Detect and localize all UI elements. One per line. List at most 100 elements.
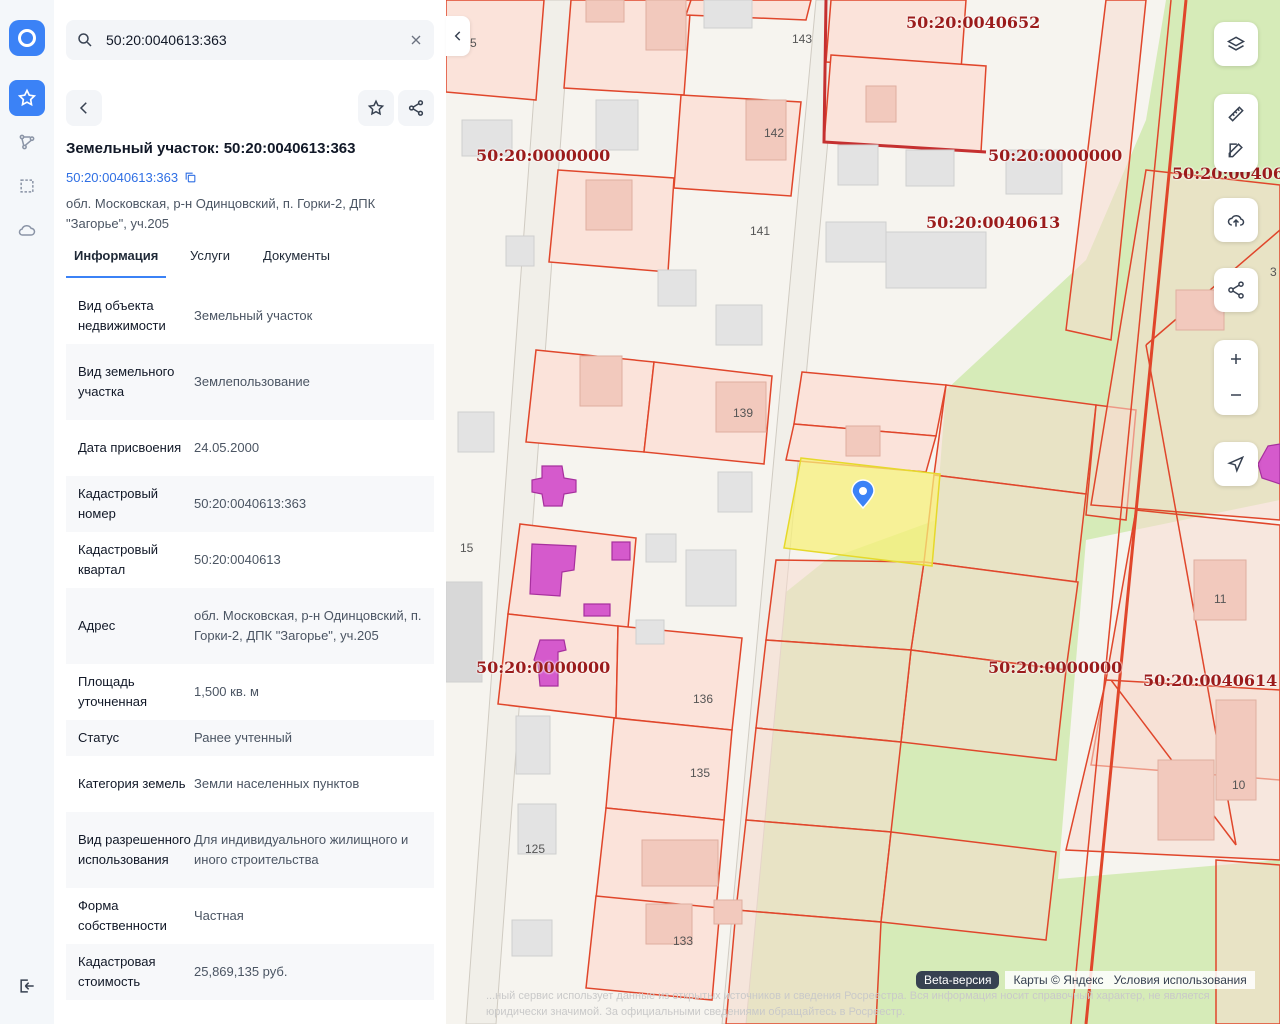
row-key: Вид объекта недвижимости — [78, 298, 166, 333]
upload-control[interactable] — [1214, 198, 1258, 242]
favorites-icon[interactable] — [9, 80, 45, 116]
zoom-controls — [1214, 340, 1258, 415]
info-table: Вид объекта недвижимости Земельный участо… — [66, 288, 434, 1000]
cloud-upload-icon[interactable] — [1226, 210, 1246, 230]
cadastral-number-link[interactable]: 50:20:0040613:363 — [66, 170, 178, 185]
row-key: Кадастровый номер — [78, 486, 159, 521]
draw-controls — [1214, 94, 1258, 172]
row-value: 50:20:0040613:363 — [194, 496, 307, 511]
row-value: 50:20:0040613 — [194, 552, 281, 567]
tab-documents[interactable]: Документы — [263, 246, 330, 276]
quarter-label: 50:20:0040613 — [926, 213, 1061, 232]
building-number: 125 — [525, 842, 546, 856]
row-value: обл. Московская, р-н Одинцовский, п. Гор… — [194, 608, 422, 643]
building-number: 11 — [1214, 592, 1227, 606]
back-button[interactable] — [66, 90, 102, 126]
info-panel: 50:20:0040613:363 Земельный участок: 50:… — [54, 0, 446, 1024]
share-map-control[interactable] — [1214, 268, 1258, 312]
search-icon — [78, 33, 92, 47]
tab-bar: Информация Услуги Документы — [66, 246, 434, 278]
geolocation-control[interactable] — [1214, 442, 1258, 486]
table-row: Кадастровый номер 50:20:0040613:363 — [66, 476, 434, 532]
building-number: 5 — [470, 36, 477, 50]
row-value: Частная — [194, 908, 244, 923]
table-row: Категория земель Земли населенных пунктов — [66, 756, 434, 812]
favorite-button[interactable] — [358, 90, 394, 126]
quarter-label: 50:20:0000000 — [476, 146, 611, 165]
route-icon[interactable] — [9, 124, 45, 160]
row-key: Вид разрешенного использования — [78, 832, 191, 867]
row-key: Вид земельного участка — [78, 364, 175, 399]
yandex-maps-link[interactable]: Карты © Яндекс — [1013, 973, 1103, 987]
building-number: 136 — [693, 692, 714, 706]
map-attribution: Beta-версия Карты © Яндекс Условия испол… — [916, 971, 1255, 989]
address-text: обл. Московская, р-н Одинцовский, п. Гор… — [66, 196, 376, 231]
row-value: 1,500 кв. м — [194, 684, 259, 699]
cadastral-link[interactable]: 50:20:0040613:363 — [66, 170, 197, 185]
quarter-label: 50:20:0000000 — [988, 658, 1123, 677]
search-input[interactable]: 50:20:0040613:363 — [106, 32, 227, 48]
share-icon[interactable] — [1226, 280, 1246, 300]
ruler-icon[interactable] — [1226, 104, 1246, 124]
table-row: Площадь уточненная 1,500 кв. м — [66, 664, 434, 720]
table-row: Вид объекта недвижимости Земельный участо… — [66, 288, 434, 344]
building-number: 3 — [1270, 265, 1277, 279]
star-icon — [367, 99, 385, 116]
navigation-arrow-icon[interactable] — [1226, 454, 1246, 474]
close-icon[interactable] — [408, 32, 424, 48]
page-title: Земельный участок: 50:20:0040613:363 — [66, 140, 356, 157]
chevron-left-icon — [454, 31, 461, 41]
building-number: 15 — [460, 541, 474, 555]
edit-icon[interactable] — [1226, 140, 1246, 160]
app-logo[interactable] — [9, 20, 45, 56]
tab-information[interactable]: Информация — [66, 246, 167, 278]
row-value: Земли населенных пунктов — [194, 776, 360, 791]
zoom-out-icon[interactable] — [1226, 385, 1246, 405]
logout-icon[interactable] — [9, 968, 45, 1004]
beta-badge: Beta-версия — [916, 971, 1000, 989]
row-value: Для индивидуального жилищного и иного ст… — [194, 832, 409, 867]
row-key: Дата присвоения — [78, 440, 182, 455]
layers-control[interactable] — [1214, 22, 1258, 66]
row-key: Статус — [78, 730, 120, 745]
layers-icon[interactable] — [1226, 34, 1246, 54]
row-value: Землепользование — [194, 374, 310, 389]
building-number: 141 — [750, 224, 771, 238]
table-row: Кадастровый квартал 50:20:0040613 — [66, 532, 434, 588]
table-row: Статус Ранее учтенный — [66, 720, 434, 756]
collapse-panel-button[interactable] — [446, 16, 470, 56]
share-button[interactable] — [398, 90, 434, 126]
chevron-left-icon — [79, 102, 87, 114]
building-number: 143 — [792, 32, 813, 46]
terms-link[interactable]: Условия использования — [1114, 973, 1247, 987]
quarter-label: 50:20:0040652 — [906, 13, 1041, 32]
quarter-label: 50:20:0000000 — [988, 146, 1123, 165]
table-row: Вид земельного участка Землепользование — [66, 344, 434, 420]
search-bar[interactable]: 50:20:0040613:363 — [66, 20, 434, 60]
tab-services[interactable]: Услуги — [190, 246, 230, 276]
row-key: Форма собственности — [78, 898, 167, 933]
select-area-icon[interactable] — [9, 168, 45, 204]
zoom-in-icon[interactable] — [1226, 349, 1246, 369]
building-number: 135 — [690, 766, 711, 780]
table-row: Адрес обл. Московская, р-н Одинцовский, п… — [66, 588, 434, 664]
quarter-label: 50:20:0040614 — [1143, 671, 1278, 690]
cadastral-map[interactable]: 50:20:0040652 50:20:0000000 50:20:000000… — [446, 0, 1280, 1024]
row-key: Площадь уточненная — [78, 674, 148, 709]
building-number: 139 — [733, 406, 754, 420]
building-number: 10 — [1232, 778, 1246, 792]
row-key: Адрес — [78, 618, 116, 633]
disclaimer-text: ...ный сервис использует данные из откры… — [486, 990, 1210, 1018]
row-value: 24.05.2000 — [194, 440, 260, 455]
attribution-links: Карты © Яндекс Условия использования — [1005, 971, 1255, 989]
cloud-icon[interactable] — [9, 212, 45, 248]
building-number: 133 — [673, 934, 694, 948]
row-key: Кадастровая стоимость — [78, 954, 156, 989]
row-value: Ранее учтенный — [194, 730, 292, 745]
row-key: Категория земель — [78, 776, 186, 791]
row-value: 25,869,135 руб. — [194, 964, 288, 979]
copy-icon[interactable] — [184, 171, 197, 184]
table-row: Дата присвоения 24.05.2000 — [66, 420, 434, 476]
building-number: 142 — [764, 126, 785, 140]
table-row: Вид разрешенного использования Для индиви… — [66, 812, 434, 888]
